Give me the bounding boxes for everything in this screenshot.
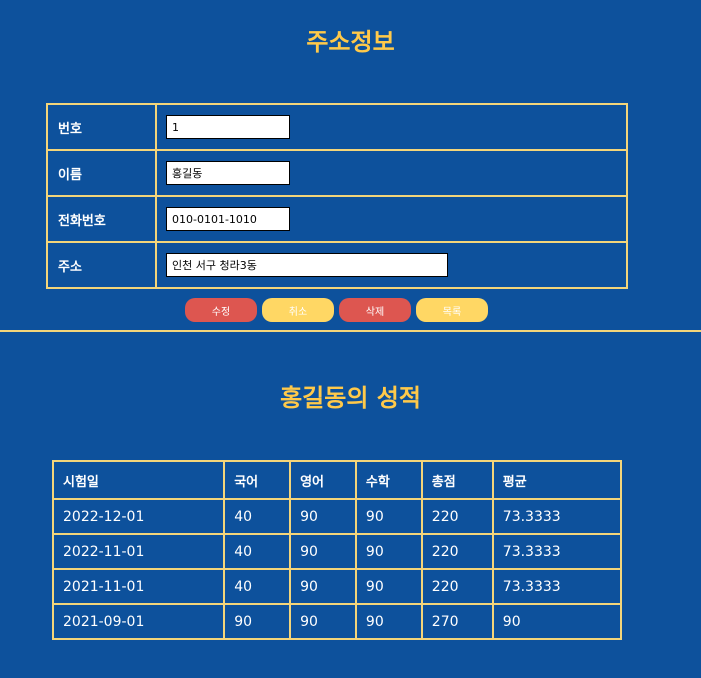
cell-math: 90 (354, 498, 423, 535)
grades-table: 시험일 국어 영어 수학 총점 평균 2022-12-01 40 90 90 2… (51, 460, 623, 640)
cell-total: 220 (420, 533, 494, 570)
address-row-phone: 전화번호 (46, 195, 628, 243)
address-info-table: 번호 이름 전화번호 주소 (46, 103, 628, 289)
header-english: 영어 (289, 460, 357, 500)
phone-label: 전화번호 (46, 195, 157, 243)
header-exam-date: 시험일 (51, 460, 226, 500)
header-math: 수학 (354, 460, 423, 500)
cell-total: 270 (420, 603, 494, 640)
cell-math: 90 (354, 603, 423, 640)
grades-header-row: 시험일 국어 영어 수학 총점 평균 (51, 460, 623, 500)
number-label: 번호 (46, 103, 157, 151)
cell-total: 220 (420, 568, 494, 605)
table-row: 2022-12-01 40 90 90 220 73.3333 (51, 498, 623, 535)
cell-english: 90 (289, 498, 357, 535)
cell-average: 73.3333 (491, 568, 623, 605)
cell-korean: 40 (223, 498, 292, 535)
cancel-button[interactable]: 취소 (262, 298, 334, 322)
name-input[interactable] (166, 161, 290, 185)
address-row-number: 번호 (46, 103, 628, 151)
cell-math: 90 (354, 533, 423, 570)
phone-input[interactable] (166, 207, 290, 231)
table-row: 2021-09-01 90 90 90 270 90 (51, 603, 623, 640)
cell-exam-date: 2021-11-01 (51, 568, 226, 605)
grades-title: 홍길동의 성적 (280, 384, 421, 412)
cell-english: 90 (289, 533, 357, 570)
header-total: 총점 (420, 460, 494, 500)
cell-korean: 40 (223, 568, 292, 605)
address-title: 주소정보 (306, 28, 395, 56)
cell-average: 73.3333 (491, 498, 623, 535)
table-row: 2022-11-01 40 90 90 220 73.3333 (51, 533, 623, 570)
cell-average: 73.3333 (491, 533, 623, 570)
number-input[interactable] (166, 115, 290, 139)
delete-button[interactable]: 삭제 (339, 298, 411, 322)
cell-english: 90 (289, 568, 357, 605)
address-input[interactable] (166, 253, 448, 277)
cell-total: 220 (420, 498, 494, 535)
cell-exam-date: 2021-09-01 (51, 603, 226, 640)
address-row-address: 주소 (46, 241, 628, 289)
action-buttons: 수정 취소 삭제 목록 (185, 298, 488, 322)
header-average: 평균 (491, 460, 623, 500)
cell-exam-date: 2022-12-01 (51, 498, 226, 535)
list-button[interactable]: 목록 (416, 298, 488, 322)
name-label: 이름 (46, 149, 157, 197)
cell-english: 90 (289, 603, 357, 640)
address-row-name: 이름 (46, 149, 628, 197)
edit-button[interactable]: 수정 (185, 298, 257, 322)
cell-exam-date: 2022-11-01 (51, 533, 226, 570)
cell-average: 90 (491, 603, 623, 640)
table-row: 2021-11-01 40 90 90 220 73.3333 (51, 568, 623, 605)
header-korean: 국어 (223, 460, 292, 500)
cell-korean: 40 (223, 533, 292, 570)
cell-korean: 90 (223, 603, 292, 640)
section-divider (0, 330, 701, 332)
address-label: 주소 (46, 241, 157, 289)
cell-math: 90 (354, 568, 423, 605)
